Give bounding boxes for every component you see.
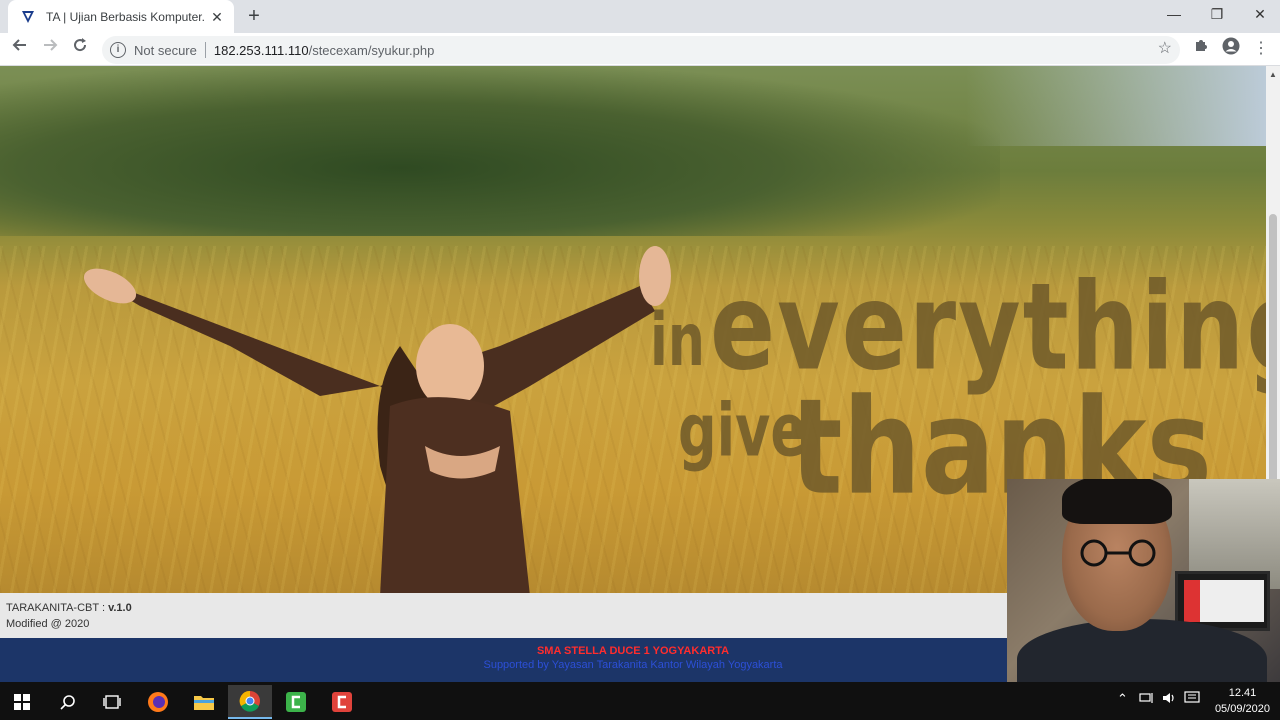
firefox-icon	[148, 692, 168, 712]
volume-icon[interactable]	[1161, 691, 1177, 708]
search-icon	[60, 695, 75, 710]
account-icon	[1222, 37, 1240, 55]
camtasia-green-icon	[286, 692, 306, 712]
task-view-icon	[103, 695, 121, 709]
star-icon[interactable]: ☆	[1158, 38, 1172, 58]
webcam-overlay	[1007, 479, 1280, 683]
camtasia-green-taskbar-button[interactable]	[274, 685, 318, 719]
firefox-taskbar-button[interactable]	[136, 685, 180, 719]
system-clock[interactable]: 12.41 05/09/2020	[1215, 685, 1270, 717]
network-icon[interactable]	[1139, 691, 1155, 708]
address-bar[interactable]: i Not secure 182.253.111.110/stecexam/sy…	[102, 36, 1180, 64]
arrow-left-icon	[12, 39, 26, 51]
search-button[interactable]	[46, 685, 90, 719]
browser-toolbar: i Not secure 182.253.111.110/stecexam/sy…	[0, 33, 1280, 66]
quote-word-in: in	[650, 299, 705, 383]
chevron-up-icon[interactable]: ⌃	[1117, 691, 1128, 707]
minimize-button[interactable]: —	[1151, 0, 1197, 30]
clock-date: 05/09/2020	[1214, 703, 1270, 715]
address-separator	[204, 42, 206, 58]
forward-button[interactable]	[38, 37, 62, 61]
sky-background	[966, 66, 1266, 146]
chrome-taskbar-button[interactable]	[228, 685, 272, 719]
quote-word-give: give	[678, 387, 807, 474]
webcam-person-hair	[1062, 479, 1172, 524]
reload-icon	[74, 38, 87, 52]
task-view-button[interactable]	[90, 685, 134, 719]
kebab-menu-icon[interactable]: ⋮	[1249, 37, 1273, 61]
close-tab-icon[interactable]: ✕	[208, 8, 226, 26]
forest-background	[0, 66, 1000, 236]
scroll-up-icon[interactable]: ▲	[1266, 70, 1280, 79]
close-window-button[interactable]: ✕	[1237, 0, 1280, 30]
url-path: /stecexam/syukur.php	[308, 42, 435, 58]
back-button[interactable]	[8, 37, 32, 61]
chrome-icon	[239, 690, 260, 712]
profile-button[interactable]	[1219, 37, 1243, 61]
clock-time: 12.41	[1228, 687, 1257, 699]
info-icon[interactable]: i	[110, 42, 126, 58]
app-name: TARAKANITA-CBT :	[6, 602, 106, 614]
windows-taskbar: ⌃ 12.41 05/09/2020	[0, 682, 1280, 720]
puzzle-icon	[1196, 40, 1207, 51]
notification-icon[interactable]	[1184, 691, 1200, 708]
shield-logo-icon	[20, 9, 36, 25]
start-button[interactable]	[0, 685, 44, 719]
security-label[interactable]: Not secure	[134, 43, 197, 58]
browser-tab[interactable]: TA | Ujian Berbasis Komputer.... S ✕	[8, 0, 234, 33]
reload-button[interactable]	[68, 37, 92, 61]
app-version: v.1.0	[108, 602, 132, 614]
camtasia-red-taskbar-button[interactable]	[320, 685, 364, 719]
extensions-button[interactable]	[1189, 37, 1213, 61]
tab-title: TA | Ujian Berbasis Komputer.... S	[46, 9, 206, 24]
windows-logo-icon	[14, 694, 30, 710]
webcam-person-glasses	[1080, 539, 1156, 567]
tab-strip: TA | Ujian Berbasis Komputer.... S ✕ + —…	[0, 0, 1280, 33]
url-host: 182.253.111.110	[213, 42, 309, 58]
new-tab-button[interactable]: +	[242, 4, 266, 28]
folder-icon	[194, 696, 214, 710]
arrow-right-icon	[44, 39, 58, 51]
woman-illustration	[83, 246, 671, 593]
restore-button[interactable]: ❐	[1194, 0, 1240, 30]
file-explorer-taskbar-button[interactable]	[182, 685, 226, 719]
camtasia-red-icon	[332, 692, 352, 712]
